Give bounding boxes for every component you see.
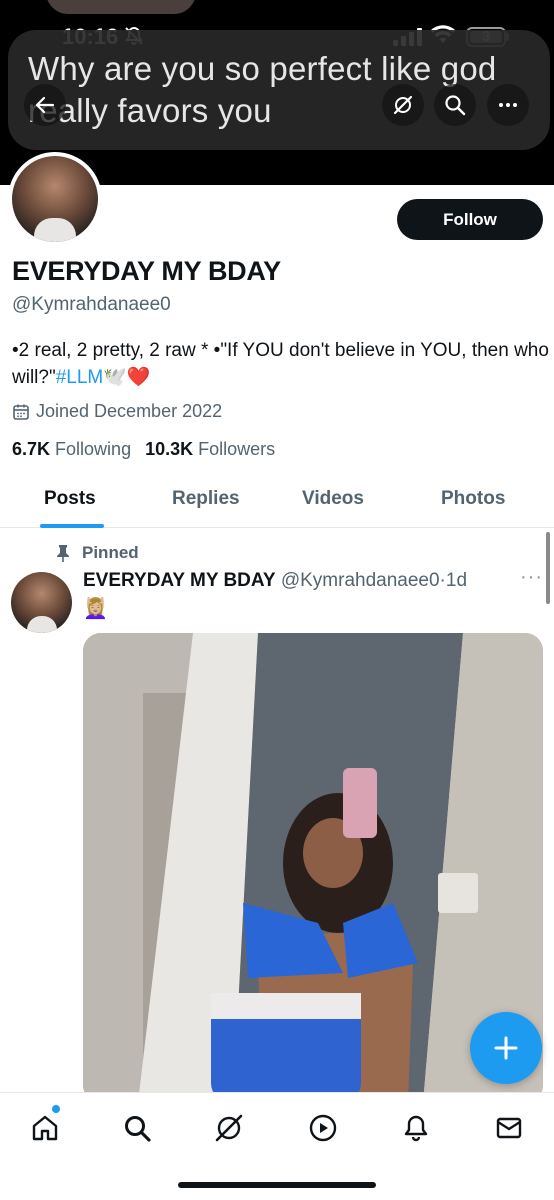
- grok-icon: [393, 95, 413, 115]
- tab-posts[interactable]: Posts: [44, 488, 96, 510]
- post-author-handle[interactable]: @Kymrahdanaee0: [281, 570, 440, 591]
- nav-video[interactable]: [306, 1111, 340, 1145]
- banner-thumbnail: [46, 0, 196, 14]
- home-icon: [32, 1115, 58, 1141]
- more-horizontal-icon: [499, 103, 517, 107]
- search-icon: [445, 95, 466, 116]
- profile-handle: @Kymrahdanaee0: [12, 294, 171, 315]
- back-button[interactable]: [24, 84, 66, 126]
- post-more-button[interactable]: ···: [520, 566, 543, 589]
- pinned-label: Pinned: [56, 543, 139, 563]
- arrow-left-icon: [35, 96, 55, 114]
- more-options-button[interactable]: [487, 84, 529, 126]
- nav-home[interactable]: [28, 1111, 62, 1145]
- video-play-icon: [309, 1114, 337, 1142]
- profile-bio: •2 real, 2 pretty, 2 raw * •"If YOU don'…: [12, 337, 552, 391]
- profile-display-name: EVERYDAY MY BDAY: [12, 256, 281, 286]
- tab-photos[interactable]: Photos: [441, 488, 505, 510]
- profile-tabs: Posts Replies Videos Photos: [0, 476, 554, 528]
- avatar-shirt: [34, 218, 76, 242]
- home-notification-dot: [52, 1105, 60, 1113]
- nav-grok[interactable]: [212, 1111, 246, 1145]
- profile-avatar[interactable]: [8, 152, 102, 246]
- nav-messages[interactable]: [492, 1111, 526, 1145]
- nav-search[interactable]: [120, 1111, 154, 1145]
- pinned-text: Pinned: [82, 543, 139, 562]
- joined-date: Joined December 2022: [12, 401, 222, 422]
- search-icon: [125, 1116, 151, 1142]
- followers-count: 10.3K: [145, 439, 194, 459]
- search-button[interactable]: [434, 84, 476, 126]
- tab-replies[interactable]: Replies: [172, 488, 240, 510]
- post-author-name[interactable]: EVERYDAY MY BDAY: [83, 570, 276, 591]
- bio-hashtag-link[interactable]: #LLM: [56, 367, 104, 388]
- followers-label: Followers: [198, 439, 276, 459]
- active-tab-indicator: [40, 524, 104, 528]
- profile-stats: 6.7K Following 10.3K Followers: [12, 439, 275, 460]
- post-author-avatar[interactable]: [11, 572, 72, 633]
- calendar-icon: [13, 404, 29, 420]
- bell-icon: [404, 1115, 428, 1142]
- following-count: 6.7K: [12, 439, 51, 459]
- avatar-shirt: [27, 616, 57, 633]
- bio-emojis: 🕊️❤️: [103, 367, 151, 388]
- envelope-icon: [496, 1117, 522, 1139]
- following-label: Following: [55, 439, 132, 459]
- follow-button[interactable]: Follow: [397, 199, 543, 240]
- scrollbar[interactable]: [546, 532, 550, 604]
- profile-banner: 10:16 3 Why are you so perfect like god …: [0, 0, 554, 185]
- following-link[interactable]: 6.7K Following: [12, 439, 131, 460]
- pin-icon: [57, 545, 69, 562]
- profile-avatar-image: [12, 156, 98, 242]
- grok-button[interactable]: [382, 84, 424, 126]
- post-text: 💆🏼‍♀️: [83, 598, 108, 620]
- nav-notifications[interactable]: [399, 1111, 433, 1145]
- grok-icon: [215, 1114, 243, 1142]
- plus-icon: [494, 1036, 518, 1060]
- tab-videos[interactable]: Videos: [302, 488, 364, 510]
- home-indicator[interactable]: [178, 1182, 376, 1188]
- post-time[interactable]: 1d: [446, 570, 467, 591]
- joined-text: Joined December 2022: [36, 401, 223, 421]
- followers-link[interactable]: 10.3K Followers: [145, 439, 275, 460]
- post-header: EVERYDAY MY BDAY @Kymrahdanaee0·1d: [83, 570, 467, 592]
- compose-post-button[interactable]: [470, 1012, 542, 1084]
